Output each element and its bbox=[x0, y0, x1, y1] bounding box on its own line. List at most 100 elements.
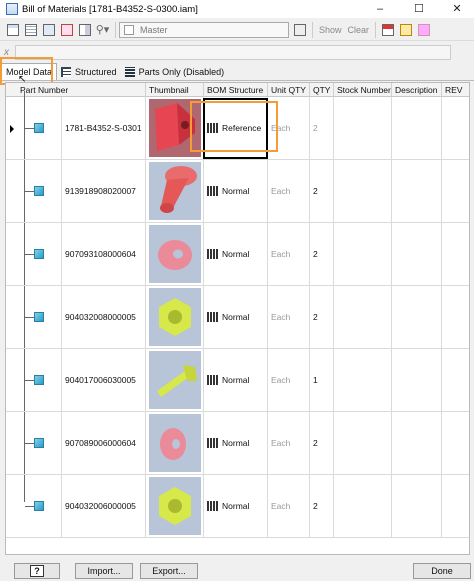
minimize-button[interactable]: – bbox=[363, 0, 397, 18]
col-unit-qty[interactable]: Unit QTY bbox=[268, 83, 310, 97]
maximize-button[interactable]: ☐ bbox=[402, 0, 436, 18]
add-custom-part-button[interactable] bbox=[415, 21, 432, 38]
tab-structured[interactable]: Structured bbox=[57, 63, 121, 80]
table-row[interactable]: 904032006000005 Normal Each 2 bbox=[6, 475, 469, 538]
stock-number-cell[interactable] bbox=[334, 223, 392, 285]
rev-cell[interactable] bbox=[442, 223, 469, 285]
col-bom-structure[interactable]: BOM Structure bbox=[204, 83, 268, 97]
unit-qty-cell[interactable]: Each bbox=[268, 160, 310, 222]
show-button[interactable]: Show bbox=[316, 25, 345, 35]
qty-cell[interactable]: 2 bbox=[310, 97, 334, 159]
table-row[interactable]: 907093108000604 Normal Each 2 bbox=[6, 223, 469, 286]
structured-icon bbox=[61, 66, 72, 77]
view-options-button[interactable] bbox=[4, 21, 21, 38]
qty-cell[interactable]: 2 bbox=[310, 286, 334, 348]
unit-qty-cell[interactable]: Each bbox=[268, 97, 310, 159]
qty-cell[interactable]: 2 bbox=[310, 223, 334, 285]
description-cell[interactable] bbox=[392, 475, 442, 537]
bom-structure-cell[interactable]: Normal bbox=[204, 412, 268, 474]
part-number-cell[interactable]: 907093108000604 bbox=[61, 223, 146, 285]
bracket-icon bbox=[155, 103, 195, 151]
tab-model-data[interactable]: Model Data bbox=[1, 63, 58, 80]
bom-structure-cell[interactable]: Normal bbox=[204, 223, 268, 285]
qty-cell[interactable]: 2 bbox=[310, 412, 334, 474]
qty-cell[interactable]: 1 bbox=[310, 349, 334, 411]
part-number-cell[interactable]: 907089006000604 bbox=[61, 412, 146, 474]
part-number-cell[interactable]: 904032006000005 bbox=[61, 475, 146, 537]
part-number-cell[interactable]: 904032008000005 bbox=[61, 286, 146, 348]
edit-view-button[interactable] bbox=[291, 21, 308, 38]
bom-structure-icon bbox=[207, 438, 218, 448]
table-icon bbox=[6, 23, 19, 36]
unit-qty-cell[interactable]: Each bbox=[268, 412, 310, 474]
nut-icon bbox=[159, 298, 191, 336]
rev-cell[interactable] bbox=[442, 412, 469, 474]
rev-cell[interactable] bbox=[442, 286, 469, 348]
done-button[interactable]: Done bbox=[413, 563, 471, 579]
unit-qty-cell[interactable]: Each bbox=[268, 223, 310, 285]
qty-cell[interactable]: 2 bbox=[310, 475, 334, 537]
col-thumbnail[interactable]: Thumbnail bbox=[146, 83, 204, 97]
bom-structure-cell[interactable]: Normal bbox=[204, 286, 268, 348]
tree-branch bbox=[25, 443, 34, 444]
stock-number-cell[interactable] bbox=[334, 475, 392, 537]
clear-button[interactable]: Clear bbox=[345, 25, 373, 35]
tree-branch bbox=[25, 506, 34, 507]
tab-parts-only[interactable]: Parts Only (Disabled) bbox=[121, 63, 229, 80]
unit-qty-cell[interactable]: Each bbox=[268, 349, 310, 411]
stock-number-cell[interactable] bbox=[334, 97, 392, 159]
description-cell[interactable] bbox=[392, 97, 442, 159]
tab-model-data-label: Model Data bbox=[6, 67, 53, 77]
stock-number-cell[interactable] bbox=[334, 412, 392, 474]
rev-cell[interactable] bbox=[442, 475, 469, 537]
col-qty[interactable]: QTY bbox=[310, 83, 334, 97]
stock-number-cell[interactable] bbox=[334, 286, 392, 348]
unit-qty-cell[interactable]: Each bbox=[268, 286, 310, 348]
description-cell[interactable] bbox=[392, 349, 442, 411]
stock-number-cell[interactable] bbox=[334, 349, 392, 411]
description-cell[interactable] bbox=[392, 412, 442, 474]
renumber-button[interactable] bbox=[397, 21, 414, 38]
qty-cell[interactable]: 2 bbox=[310, 160, 334, 222]
view-select[interactable]: Master bbox=[119, 21, 289, 38]
help-button[interactable]: ? bbox=[14, 563, 60, 579]
bom-view-button[interactable] bbox=[22, 21, 39, 38]
sheet-icon bbox=[124, 24, 134, 35]
close-button[interactable]: ✕ bbox=[440, 0, 474, 18]
bom-structure-cell[interactable]: Normal bbox=[204, 349, 268, 411]
part-cube-icon bbox=[34, 186, 44, 196]
column-chooser-button[interactable] bbox=[76, 21, 93, 38]
rev-cell[interactable] bbox=[442, 349, 469, 411]
filter-button[interactable]: ⚲▾ bbox=[94, 21, 111, 38]
bom-structure-cell[interactable]: Normal bbox=[204, 160, 268, 222]
rev-cell[interactable] bbox=[442, 97, 469, 159]
table-row[interactable]: 904017006030005 Normal Each 1 bbox=[6, 349, 469, 412]
sort-button[interactable] bbox=[379, 21, 396, 38]
part-number-cell[interactable]: 904017006030005 bbox=[61, 349, 146, 411]
description-cell[interactable] bbox=[392, 160, 442, 222]
bom-structure-cell[interactable]: Normal bbox=[204, 475, 268, 537]
table-row[interactable]: 913918908020007 Normal Each 2 bbox=[6, 160, 469, 223]
export-button[interactable]: Export... bbox=[140, 563, 198, 579]
bom-structure-value: Normal bbox=[222, 186, 250, 196]
col-description[interactable]: Description bbox=[392, 83, 442, 97]
col-part-number[interactable]: Part Number bbox=[6, 83, 146, 97]
formula-input[interactable] bbox=[15, 44, 451, 60]
description-cell[interactable] bbox=[392, 223, 442, 285]
col-rev[interactable]: REV bbox=[442, 83, 469, 97]
stock-number-cell[interactable] bbox=[334, 160, 392, 222]
table-row[interactable]: 907089006000604 Normal Each 2 bbox=[6, 412, 469, 475]
part-number-merge-button[interactable] bbox=[40, 21, 57, 38]
add-part-icon bbox=[417, 23, 430, 36]
rev-cell[interactable] bbox=[442, 160, 469, 222]
tab-parts-only-label: Parts Only (Disabled) bbox=[138, 66, 225, 77]
col-stock-number[interactable]: Stock Number bbox=[334, 83, 392, 97]
export-button[interactable] bbox=[58, 21, 75, 38]
import-button[interactable]: Import... bbox=[75, 563, 133, 579]
formula-toolbar: x bbox=[0, 42, 474, 62]
description-cell[interactable] bbox=[392, 286, 442, 348]
unit-qty-cell[interactable]: Each bbox=[268, 475, 310, 537]
part-number-cell[interactable]: 1781-B4352-S-0301 bbox=[61, 97, 146, 159]
part-number-cell[interactable]: 913918908020007 bbox=[61, 160, 146, 222]
table-row[interactable]: 904032008000005 Normal Each 2 bbox=[6, 286, 469, 349]
